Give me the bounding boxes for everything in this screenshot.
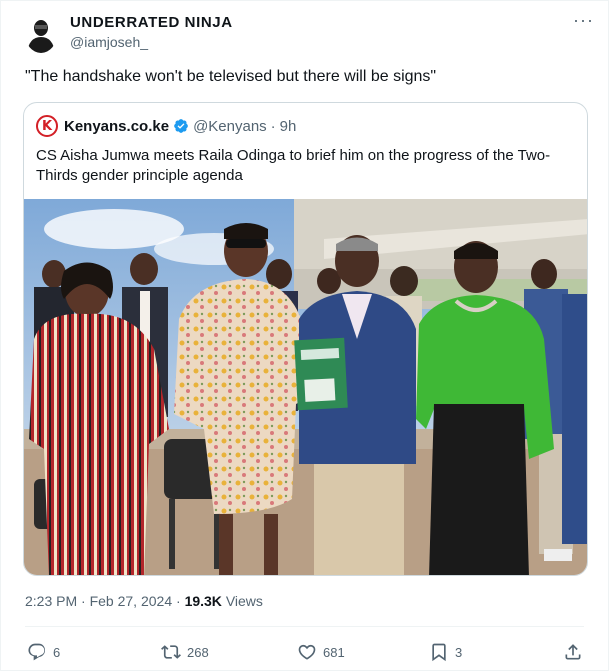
tweet-meta: 2:23 PM · Feb 27, 2024 · 19.3K Views bbox=[25, 593, 263, 609]
like-button[interactable]: 681 bbox=[297, 641, 345, 663]
tweet-header: UNDERRATED NINJA @iamjoseh_ ··· bbox=[25, 11, 594, 55]
quoted-tweet-photo[interactable] bbox=[24, 199, 587, 575]
logo-letter: K bbox=[41, 118, 53, 134]
author-handle[interactable]: @iamjoseh_ bbox=[70, 34, 148, 50]
views-count: 19.3K bbox=[184, 593, 222, 609]
quoted-tweet-header: K Kenyans.co.ke @Kenyans · 9h bbox=[36, 115, 296, 137]
meta-separator: · bbox=[176, 593, 181, 609]
like-icon bbox=[298, 644, 316, 660]
bookmark-icon bbox=[432, 643, 446, 662]
share-icon bbox=[565, 644, 581, 660]
like-count: 681 bbox=[323, 644, 345, 660]
quoted-source-name[interactable]: Kenyans.co.ke bbox=[64, 118, 169, 135]
author-display-name[interactable]: UNDERRATED NINJA bbox=[70, 14, 233, 31]
divider bbox=[25, 626, 584, 627]
kenyans-logo-icon: K bbox=[36, 115, 58, 137]
bookmark-count: 3 bbox=[455, 644, 463, 660]
repost-button[interactable]: 268 bbox=[161, 641, 209, 663]
views-label: Views bbox=[225, 593, 263, 609]
tweet-card: UNDERRATED NINJA @iamjoseh_ ··· "The han… bbox=[0, 0, 609, 671]
quoted-tweet[interactable]: K Kenyans.co.ke @Kenyans · 9h CS Aisha J… bbox=[23, 102, 588, 576]
repost-count: 268 bbox=[187, 644, 209, 660]
tweet-text: "The handshake won't be televised but th… bbox=[25, 68, 437, 85]
quoted-source-handle[interactable]: @Kenyans bbox=[193, 118, 267, 135]
author-avatar[interactable] bbox=[25, 15, 57, 53]
separator: · bbox=[270, 117, 276, 135]
reply-icon bbox=[28, 643, 46, 661]
reply-count: 6 bbox=[53, 644, 61, 660]
repost-icon bbox=[161, 645, 181, 659]
share-button[interactable] bbox=[563, 641, 589, 663]
more-icon[interactable]: ··· bbox=[573, 11, 594, 29]
meta-separator: · bbox=[81, 593, 86, 609]
bookmark-button[interactable]: 3 bbox=[429, 641, 462, 663]
reply-button[interactable]: 6 bbox=[27, 641, 60, 663]
quoted-tweet-text: CS Aisha Jumwa meets Raila Odinga to bri… bbox=[36, 147, 551, 184]
tweet-date[interactable]: Feb 27, 2024 bbox=[90, 593, 173, 609]
verified-badge-icon bbox=[174, 119, 188, 133]
quoted-tweet-age[interactable]: 9h bbox=[280, 118, 297, 135]
tweet-time[interactable]: 2:23 PM bbox=[25, 593, 77, 609]
